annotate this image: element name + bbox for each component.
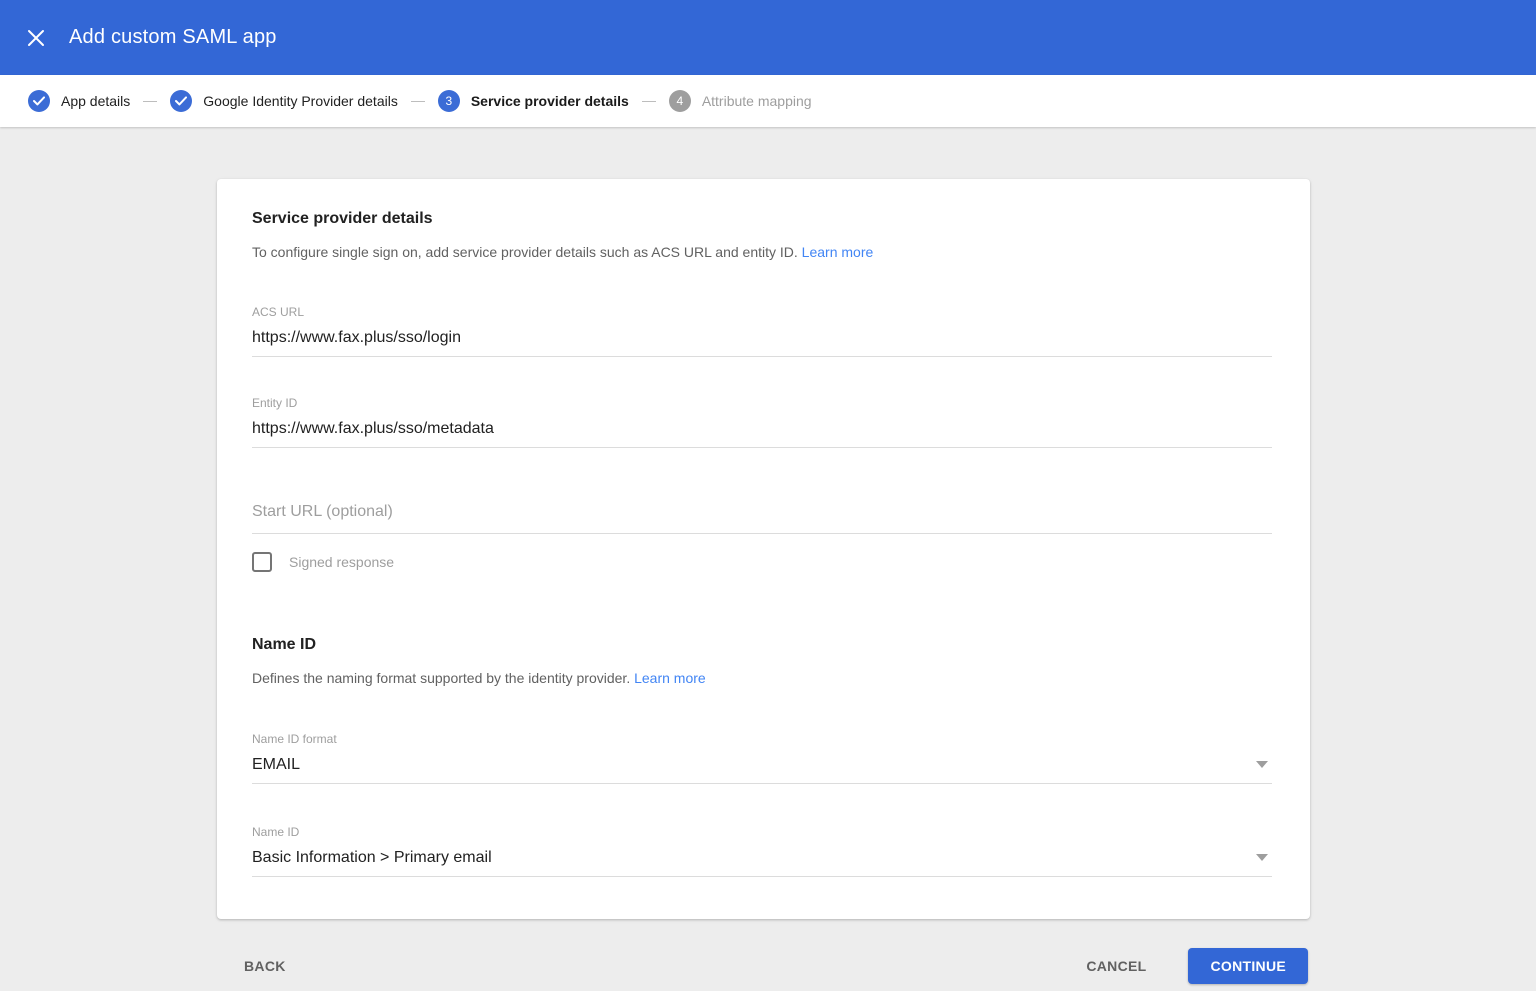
section-description: To configure single sign on, add service…: [252, 245, 1272, 259]
step-complete-check-icon: [28, 90, 50, 112]
acs-url-label: ACS URL: [252, 305, 305, 319]
acs-url-input[interactable]: https://www.fax.plus/sso/login: [252, 328, 1272, 357]
section-description-text: To configure single sign on, add service…: [252, 244, 798, 260]
section-title: Service provider details: [252, 210, 433, 227]
step-attribute-mapping: 4 Attribute mapping: [668, 90, 812, 112]
start-url-input[interactable]: [252, 503, 1272, 534]
step-app-details[interactable]: App details: [28, 90, 130, 112]
name-id-label: Name ID: [252, 825, 300, 839]
chevron-down-icon: [1256, 761, 1268, 768]
step-separator: [410, 100, 425, 102]
section-description: Defines the naming format supported by t…: [252, 671, 1272, 685]
chevron-down-icon: [1256, 854, 1268, 861]
step-label: Attribute mapping: [701, 93, 812, 109]
close-button[interactable]: [26, 28, 46, 48]
signed-response-row: Signed response: [252, 552, 1272, 572]
signed-response-checkbox[interactable]: [252, 552, 272, 572]
name-id-value[interactable]: Basic Information > Primary email: [252, 848, 1272, 877]
start-url-field: [252, 503, 1272, 534]
dialog-footer: BACK CANCEL CONTINUE: [244, 948, 1308, 984]
learn-more-link[interactable]: Learn more: [634, 670, 706, 686]
name-id-select[interactable]: Name ID Basic Information > Primary emai…: [252, 826, 1272, 877]
back-button[interactable]: BACK: [244, 950, 286, 982]
entity-id-field: Entity ID https://www.fax.plus/sso/metad…: [252, 397, 1272, 448]
step-service-provider-details[interactable]: 3 Service provider details: [437, 90, 629, 112]
step-label: Service provider details: [470, 93, 629, 109]
step-label: App details: [61, 93, 131, 109]
step-number-badge: 3: [437, 90, 460, 112]
dialog-title: Add custom SAML app: [69, 26, 277, 48]
section-title: Name ID: [252, 636, 317, 653]
step-content: Service provider details To configure si…: [0, 179, 1536, 984]
signed-response-label: Signed response: [289, 554, 395, 570]
service-provider-details-card: Service provider details To configure si…: [217, 179, 1310, 919]
continue-button[interactable]: CONTINUE: [1188, 948, 1308, 984]
step-google-idp-details[interactable]: Google Identity Provider details: [170, 90, 398, 112]
entity-id-label: Entity ID: [252, 396, 298, 410]
add-custom-saml-app-dialog: Add custom SAML app App details Google I…: [0, 0, 1536, 984]
cancel-button[interactable]: CANCEL: [1086, 950, 1146, 982]
footer-right-actions: CANCEL CONTINUE: [1086, 948, 1308, 984]
name-id-format-value[interactable]: EMAIL: [252, 755, 1272, 784]
name-id-format-select[interactable]: Name ID format EMAIL: [252, 733, 1272, 784]
section-description-text: Defines the naming format supported by t…: [252, 670, 631, 686]
stepper: App details Google Identity Provider det…: [0, 75, 1536, 127]
dialog-header: Add custom SAML app: [0, 0, 1536, 75]
close-icon: [27, 29, 45, 47]
step-label: Google Identity Provider details: [203, 93, 398, 109]
acs-url-field: ACS URL https://www.fax.plus/sso/login: [252, 306, 1272, 357]
step-number-badge: 4: [668, 90, 691, 112]
learn-more-link[interactable]: Learn more: [802, 244, 874, 260]
name-id-format-label: Name ID format: [252, 732, 337, 746]
step-separator: [641, 100, 656, 102]
entity-id-input[interactable]: https://www.fax.plus/sso/metadata: [252, 419, 1272, 448]
step-separator: [143, 100, 158, 102]
step-complete-check-icon: [170, 90, 193, 112]
